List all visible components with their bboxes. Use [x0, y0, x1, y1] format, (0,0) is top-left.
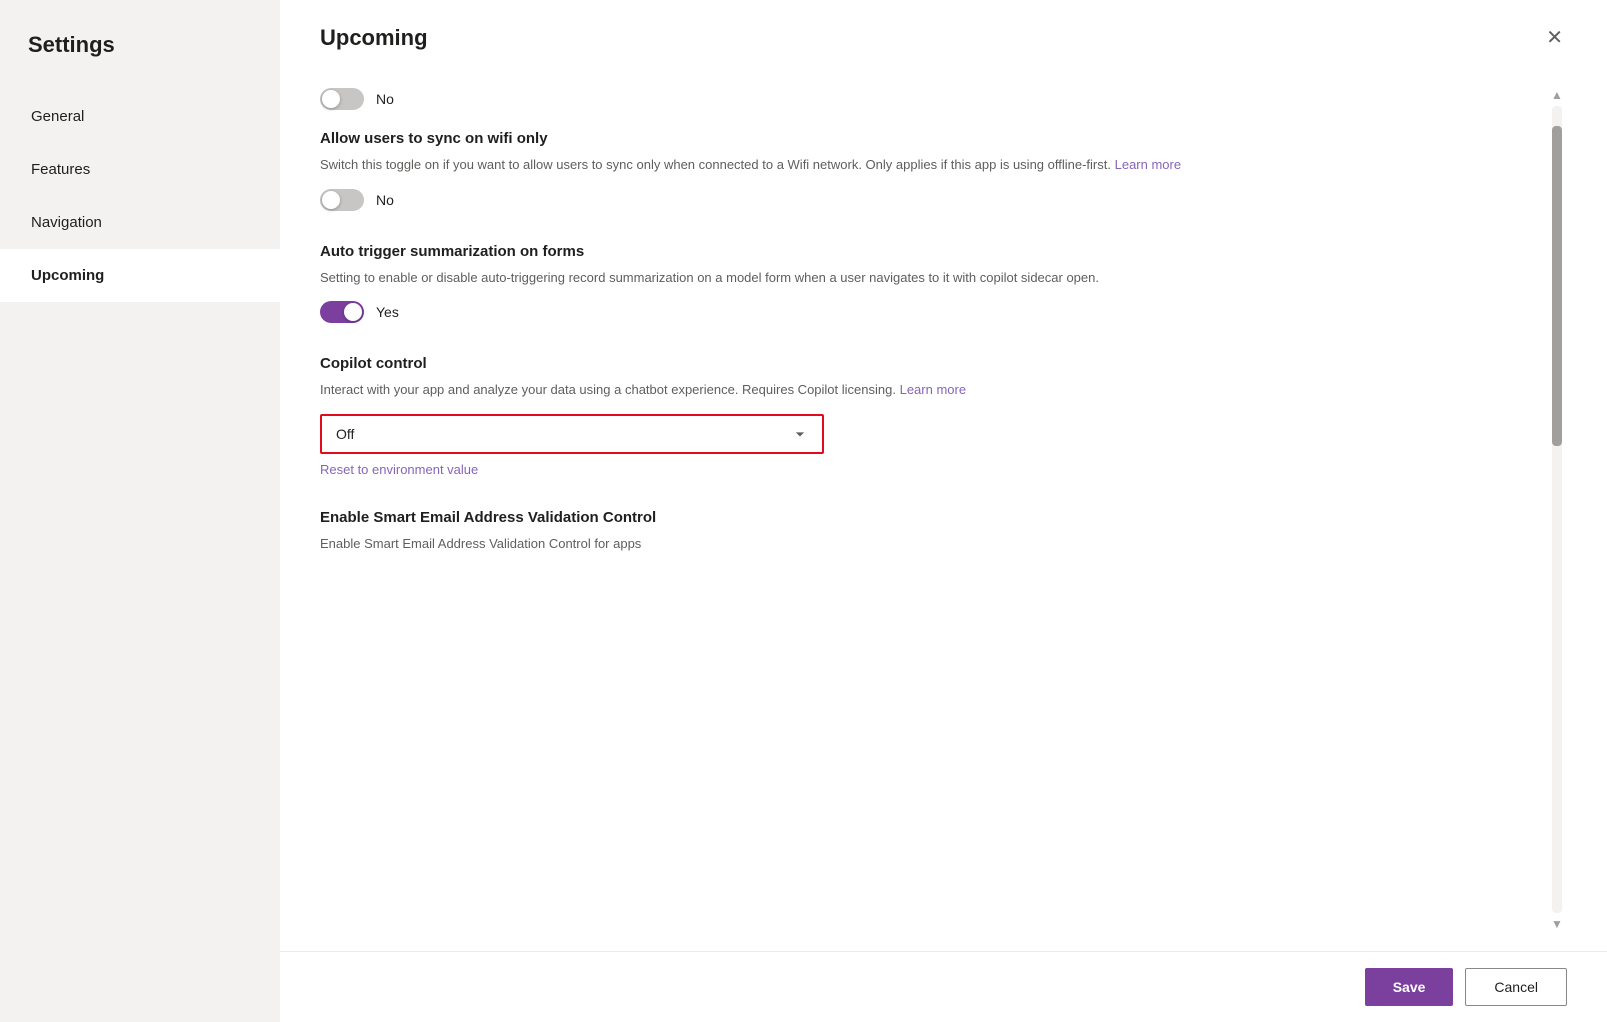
- wifi-sync-section: Allow users to sync on wifi only Switch …: [320, 130, 1539, 211]
- sidebar-item-label: Navigation: [31, 214, 102, 231]
- cancel-button[interactable]: Cancel: [1465, 968, 1567, 1006]
- auto-trigger-toggle[interactable]: [320, 301, 364, 323]
- email-validation-section: Enable Smart Email Address Validation Co…: [320, 509, 1539, 554]
- email-validation-desc: Enable Smart Email Address Validation Co…: [320, 534, 1539, 554]
- auto-trigger-section: Auto trigger summarization on forms Sett…: [320, 243, 1539, 324]
- sidebar-item-general[interactable]: General: [0, 90, 280, 143]
- auto-trigger-toggle-slider: [320, 301, 364, 323]
- content-scroll: No Allow users to sync on wifi only Swit…: [320, 88, 1547, 931]
- sidebar: Settings General Features Navigation Upc…: [0, 0, 280, 1022]
- close-button[interactable]: ✕: [1542, 24, 1567, 52]
- main-header: Upcoming ✕: [280, 0, 1607, 68]
- sidebar-item-upcoming[interactable]: Upcoming: [0, 249, 280, 302]
- sidebar-item-label: General: [31, 108, 84, 125]
- auto-trigger-toggle-row: Yes: [320, 301, 1539, 323]
- top-toggle-label: No: [376, 91, 394, 107]
- top-toggle-slider: [320, 88, 364, 110]
- sidebar-item-features[interactable]: Features: [0, 143, 280, 196]
- wifi-sync-title: Allow users to sync on wifi only: [320, 130, 1539, 147]
- copilot-section: Copilot control Interact with your app a…: [320, 355, 1539, 477]
- auto-trigger-toggle-label: Yes: [376, 304, 399, 320]
- wifi-sync-desc: Switch this toggle on if you want to all…: [320, 155, 1539, 175]
- main-panel: Upcoming ✕ No Allow users to sync on wif…: [280, 0, 1607, 1022]
- footer: Save Cancel: [280, 951, 1607, 1022]
- auto-trigger-title: Auto trigger summarization on forms: [320, 243, 1539, 260]
- top-toggle[interactable]: [320, 88, 364, 110]
- auto-trigger-desc: Setting to enable or disable auto-trigge…: [320, 268, 1539, 288]
- scroll-thumb[interactable]: [1552, 126, 1562, 446]
- sidebar-item-navigation[interactable]: Navigation: [0, 196, 280, 249]
- copilot-learn-more-link[interactable]: Learn more: [900, 382, 966, 397]
- top-toggle-row: No: [320, 88, 1539, 110]
- scroll-down-arrow[interactable]: ▼: [1551, 917, 1563, 931]
- copilot-desc: Interact with your app and analyze your …: [320, 380, 1539, 400]
- wifi-sync-toggle-label: No: [376, 192, 394, 208]
- sidebar-item-label: Features: [31, 161, 90, 178]
- copilot-reset-link[interactable]: Reset to environment value: [320, 462, 1539, 477]
- email-validation-title: Enable Smart Email Address Validation Co…: [320, 509, 1539, 526]
- scroll-track: [1552, 106, 1562, 913]
- wifi-sync-toggle-row: No: [320, 189, 1539, 211]
- page-title: Upcoming: [320, 25, 428, 51]
- content-area: No Allow users to sync on wifi only Swit…: [280, 68, 1607, 951]
- sidebar-title: Settings: [0, 32, 280, 90]
- scroll-up-arrow[interactable]: ▲: [1551, 88, 1563, 102]
- copilot-dropdown[interactable]: Off On Default (Off): [322, 416, 822, 452]
- wifi-sync-toggle-slider: [320, 189, 364, 211]
- wifi-sync-learn-more-link[interactable]: Learn more: [1115, 157, 1181, 172]
- copilot-title: Copilot control: [320, 355, 1539, 372]
- save-button[interactable]: Save: [1365, 968, 1454, 1006]
- copilot-dropdown-wrapper: Off On Default (Off): [320, 414, 824, 454]
- scrollbar-area: ▲ ▼: [1547, 88, 1567, 931]
- wifi-sync-toggle[interactable]: [320, 189, 364, 211]
- sidebar-item-label: Upcoming: [31, 267, 104, 284]
